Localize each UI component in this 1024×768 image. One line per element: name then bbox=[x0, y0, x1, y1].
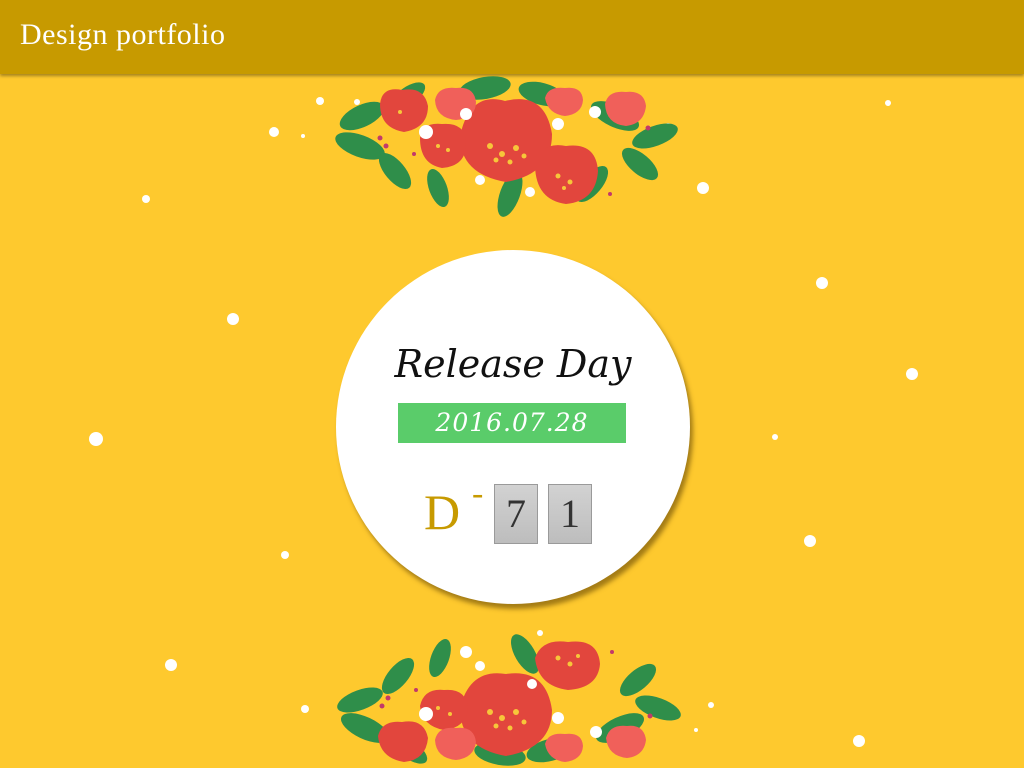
countdown-digit: 7 bbox=[494, 484, 538, 544]
d-day-prefix: D bbox=[424, 484, 461, 540]
countdown-digit: 1 bbox=[548, 484, 592, 544]
flower-bouquet-top-icon bbox=[335, 76, 678, 217]
release-date-badge: 2016.07.28 bbox=[398, 403, 626, 443]
release-countdown-card: Release Day 2016.07.28 D - 7 1 bbox=[336, 250, 690, 604]
release-day-title: Release Day bbox=[394, 342, 632, 386]
d-day-separator: - bbox=[472, 475, 484, 512]
d-day-counter: D - 7 1 bbox=[424, 475, 624, 544]
release-date: 2016.07.28 bbox=[435, 408, 589, 437]
flower-bouquet-bottom-icon bbox=[337, 634, 681, 766]
